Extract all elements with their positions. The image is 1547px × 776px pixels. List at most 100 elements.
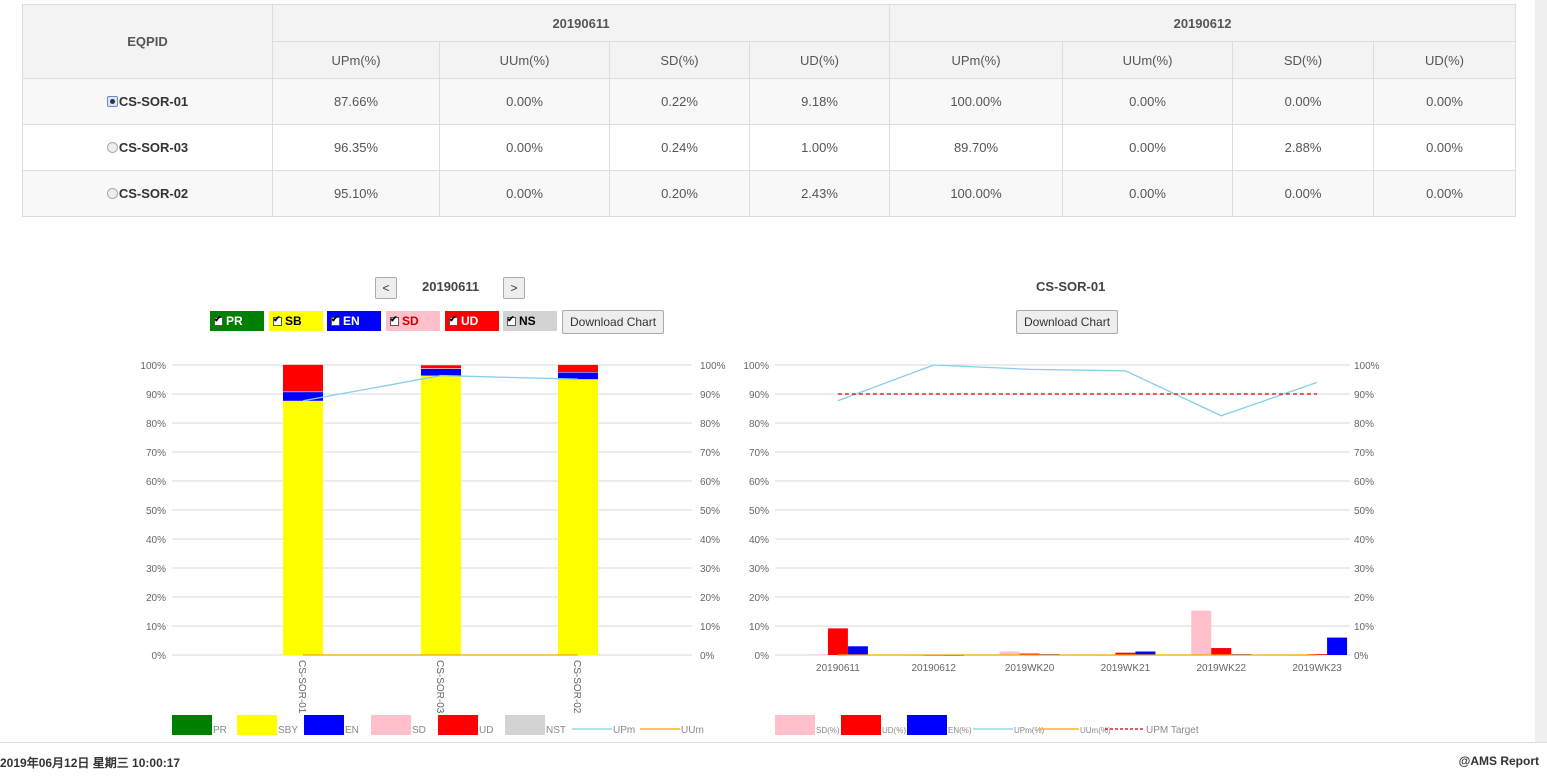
y-tick-label-left: 40%	[146, 535, 166, 546]
table-cell: 0.00%	[1372, 170, 1517, 217]
table-cell: 9.18%	[749, 78, 890, 125]
toggle-sd[interactable]: SD	[386, 311, 440, 331]
stacked-bar-chart: 0% 0% 10% 10% 20% 20% 30% 30% 40% 40% 50% 50% 60% 60%…	[140, 361, 726, 736]
y-tick-label-left: 100%	[743, 361, 769, 372]
row-radio-button[interactable]	[106, 95, 118, 107]
column-header: UUm(%)	[1062, 41, 1233, 79]
legend-label: UD	[479, 725, 493, 736]
y-tick-label-right: 50%	[700, 506, 720, 517]
x-category-label: 20190611	[816, 663, 860, 674]
y-tick-label-right: 10%	[700, 622, 720, 633]
y-tick-label-right: 0%	[1354, 651, 1369, 662]
legend-swatch	[304, 715, 344, 735]
bar-segment-ud	[421, 365, 461, 369]
y-tick-label-left: 20%	[749, 593, 769, 604]
y-tick-label-left: 60%	[749, 477, 769, 488]
y-tick-label-right: 40%	[1354, 535, 1374, 546]
table-cell: 0.00%	[1062, 78, 1233, 125]
y-tick-label-right: 0%	[700, 651, 715, 662]
table-row: CS-SOR-01 87.66% 0.00% 0.22% 9.18% 100.0…	[22, 78, 1517, 125]
table-cell: 0.00%	[1372, 78, 1517, 125]
toggle-label: SD	[402, 314, 419, 328]
y-tick-label-right: 50%	[1354, 506, 1374, 517]
bar-segment-en	[283, 392, 323, 401]
footer-bar: 2019年06月12日 星期三 10:00:17 @AMS Report	[0, 742, 1547, 776]
y-tick-label-right: 90%	[700, 390, 720, 401]
y-tick-label-right: 100%	[1354, 361, 1380, 372]
bar-en	[1327, 637, 1348, 655]
table-cell: 96.35%	[272, 124, 440, 171]
column-header: UPm(%)	[272, 41, 440, 79]
eqpid-cell: CS-SOR-03	[22, 124, 273, 171]
y-tick-label-left: 0%	[755, 651, 770, 662]
bar-segment-sby	[421, 375, 461, 655]
table-cell: 95.10%	[272, 170, 440, 217]
y-tick-label-left: 60%	[146, 477, 166, 488]
next-date-button[interactable]: >	[503, 277, 525, 299]
toggle-sb[interactable]: SB	[269, 311, 323, 331]
y-tick-label-left: 50%	[146, 506, 166, 517]
y-tick-label-left: 70%	[146, 448, 166, 459]
legend-label: SD(%)	[816, 726, 840, 735]
y-tick-label-right: 70%	[700, 448, 720, 459]
toggle-label: NS	[519, 314, 536, 328]
row-radio-button[interactable]	[106, 187, 118, 199]
legend-label: UUm	[681, 725, 704, 736]
toggle-ud[interactable]: UD	[445, 311, 499, 331]
x-category-label: 2019WK22	[1197, 663, 1247, 674]
legend-label: UUm(%)	[1080, 726, 1111, 735]
y-tick-label-left: 0%	[152, 651, 167, 662]
y-tick-label-right: 30%	[700, 564, 720, 575]
eqpid-label: CS-SOR-01	[118, 93, 189, 109]
y-tick-label-left: 10%	[146, 622, 166, 633]
legend-label: UPm(%)	[1014, 726, 1045, 735]
bar-segment-en	[421, 368, 461, 376]
table-cell: 100.00%	[889, 170, 1063, 217]
download-chart-button-left[interactable]: Download Chart	[562, 310, 665, 334]
y-tick-label-right: 60%	[1354, 477, 1374, 488]
y-tick-label-left: 40%	[749, 535, 769, 546]
page-scrollbar-track[interactable]	[1535, 0, 1547, 742]
bar-ud	[827, 628, 848, 655]
checkbox-icon	[331, 314, 340, 326]
y-tick-label-right: 100%	[700, 361, 726, 372]
table-row: CS-SOR-03 96.35% 0.00% 0.24% 1.00% 89.70…	[22, 124, 1517, 171]
table-cell: 0.00%	[1232, 170, 1374, 217]
y-tick-label-right: 10%	[1354, 622, 1374, 633]
column-header: SD(%)	[1232, 41, 1374, 79]
date-group-header: 20190611	[272, 4, 890, 42]
row-radio-button[interactable]	[106, 141, 118, 153]
checkbox-icon	[273, 314, 282, 326]
prev-date-button[interactable]: <	[375, 277, 397, 299]
checkbox-icon	[390, 314, 399, 326]
y-tick-label-left: 90%	[749, 390, 769, 401]
bar-ud	[1211, 648, 1232, 655]
table-cell: 0.00%	[439, 124, 610, 171]
table-cell: 100.00%	[889, 78, 1063, 125]
legend-label: EN(%)	[948, 726, 972, 735]
column-header: SD(%)	[609, 41, 750, 79]
legend-label: UPM Target	[1146, 725, 1199, 736]
checkbox-icon	[214, 314, 223, 326]
table-cell: 0.00%	[1062, 124, 1233, 171]
footer-brand: @AMS Report	[1458, 754, 1539, 768]
column-header: UD(%)	[749, 41, 890, 79]
legend-swatch	[438, 715, 478, 735]
eqpid-label: CS-SOR-02	[118, 185, 189, 201]
y-tick-label-right: 60%	[700, 477, 720, 488]
toggle-pr[interactable]: PR	[210, 311, 264, 331]
legend-label: SBY	[278, 725, 298, 736]
trend-chart: 0% 0% 10% 10% 20% 20% 30% 30% 40% 40% 50% 50% 60% 60%…	[743, 361, 1380, 736]
y-tick-label-left: 30%	[146, 564, 166, 575]
eqpid-cell: CS-SOR-02	[22, 170, 273, 217]
toggle-ns[interactable]: NS	[503, 311, 557, 331]
y-tick-label-left: 80%	[146, 419, 166, 430]
y-tick-label-right: 30%	[1354, 564, 1374, 575]
y-tick-label-right: 40%	[700, 535, 720, 546]
checkbox-icon	[507, 314, 516, 326]
bar-sd	[1191, 610, 1212, 655]
x-category-label: 2019WK23	[1292, 663, 1342, 674]
toggle-label: SB	[285, 314, 302, 328]
download-chart-button-right[interactable]: Download Chart	[1016, 310, 1119, 334]
toggle-en[interactable]: EN	[327, 311, 381, 331]
